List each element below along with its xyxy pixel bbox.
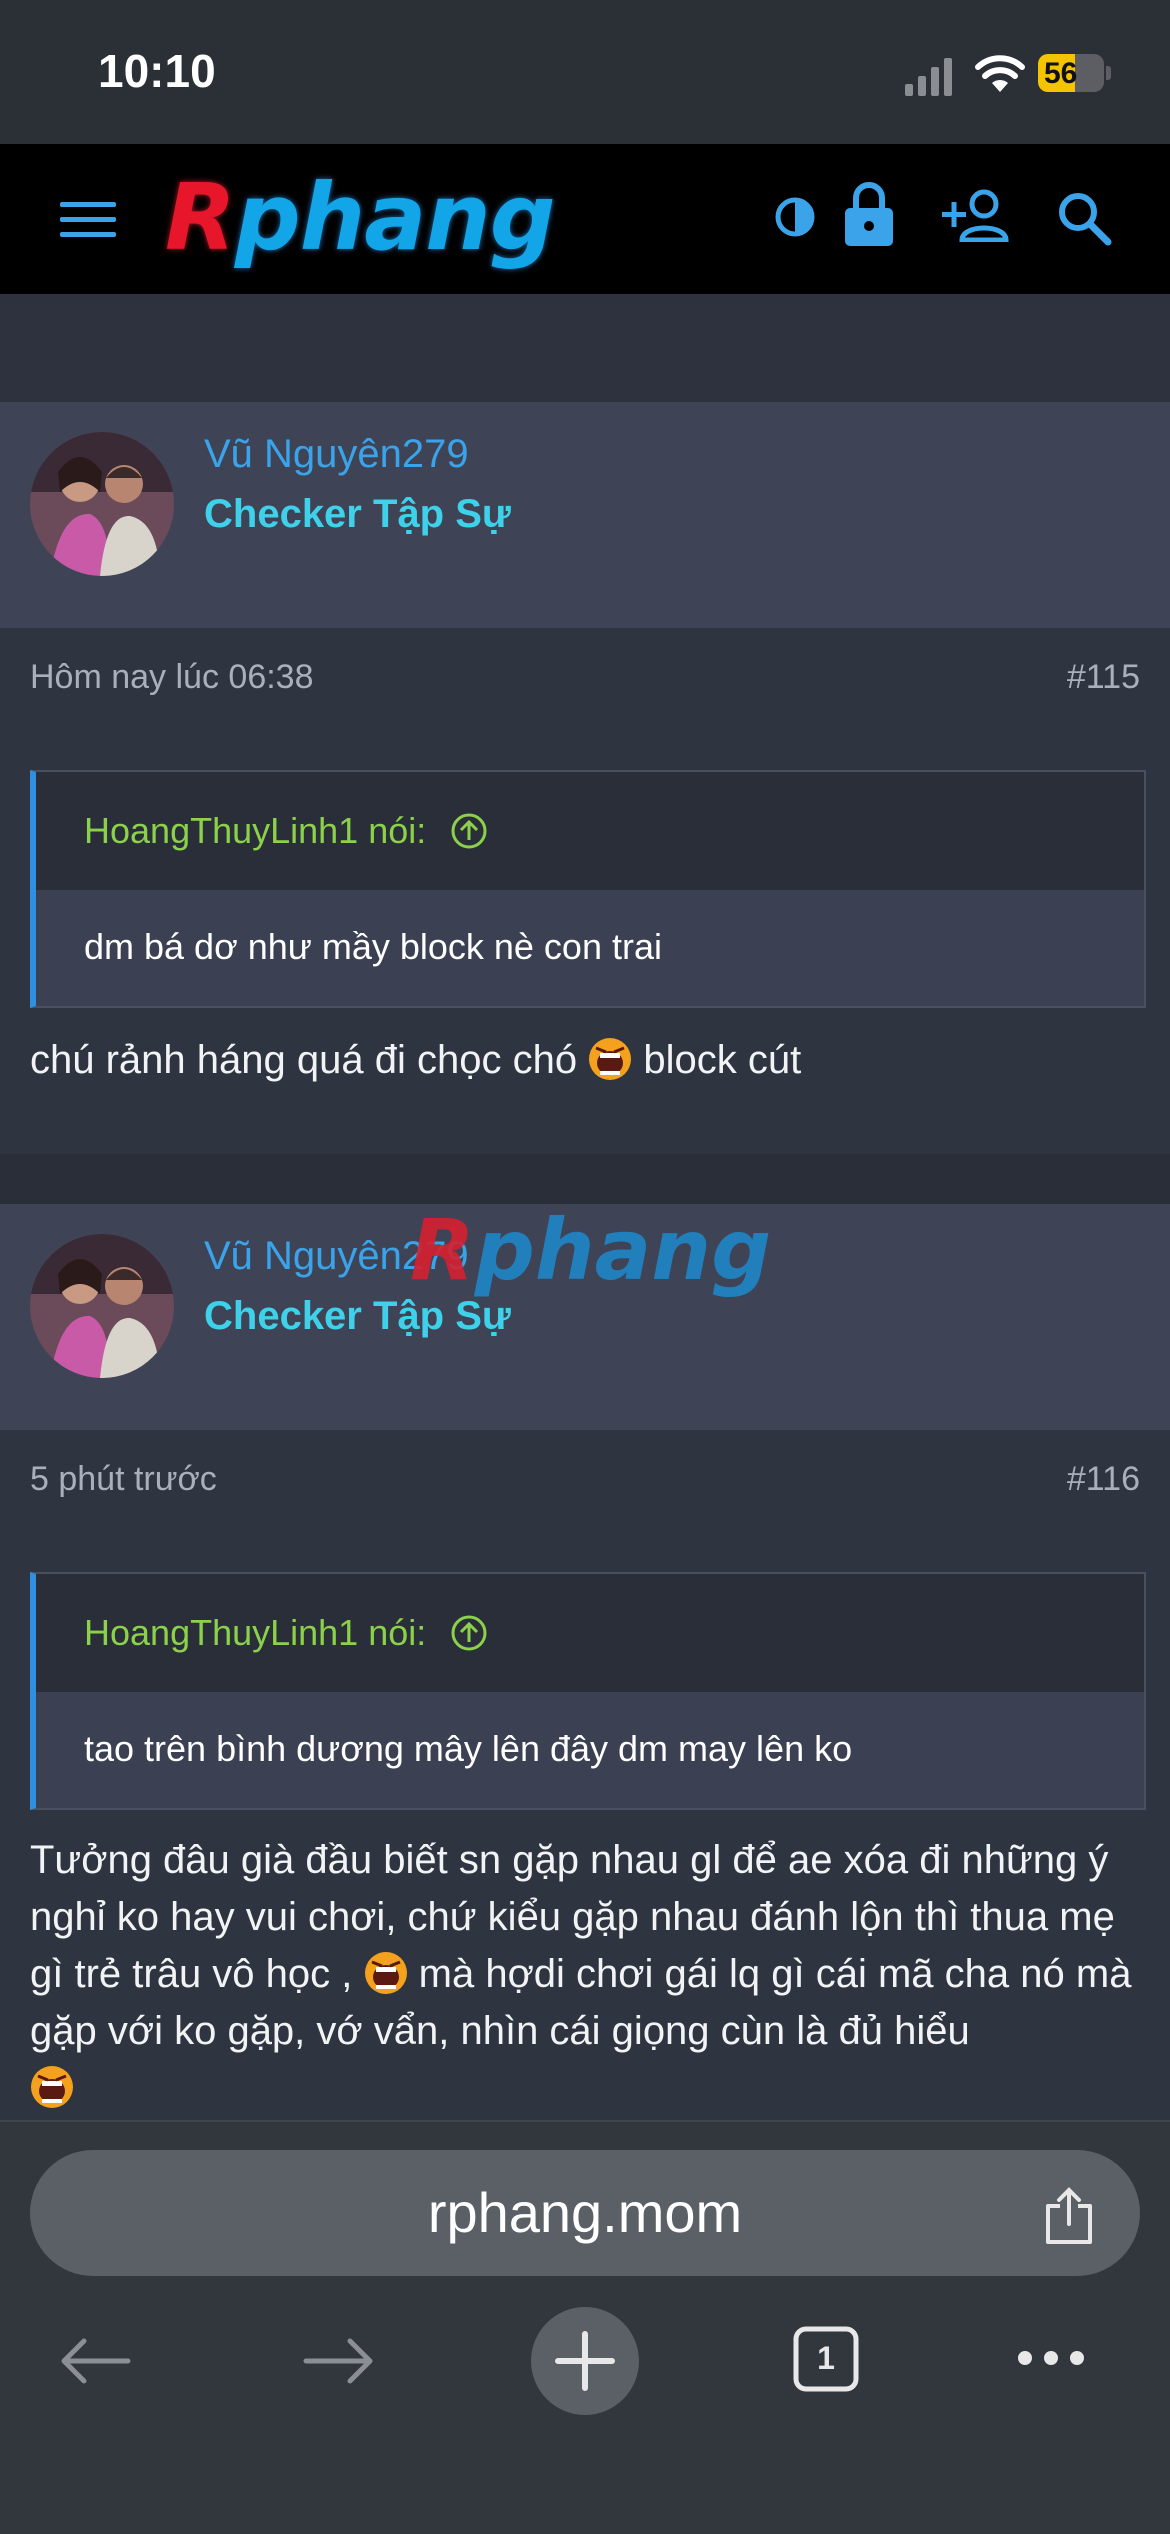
search-icon[interactable] bbox=[1056, 190, 1112, 246]
quote-header: HoangThuyLinh1 nói: bbox=[36, 772, 1144, 890]
tabs-button[interactable]: 1 bbox=[793, 2326, 859, 2392]
logo-watermark: Rphang bbox=[410, 1201, 772, 1299]
quote-author[interactable]: HoangThuyLinh1 nói: bbox=[84, 810, 426, 852]
quote-author[interactable]: HoangThuyLinh1 nói: bbox=[84, 1612, 426, 1654]
angry-face-emoji-icon bbox=[31, 2066, 73, 2108]
post-body: Hôm nay lúc 06:38 #115 HoangThuyLinh1 nó… bbox=[0, 628, 1170, 1154]
address-bar[interactable]: rphang.mom bbox=[30, 2150, 1140, 2276]
post-separator bbox=[0, 1154, 1170, 1204]
arrow-up-circle-icon[interactable] bbox=[450, 1614, 488, 1652]
user-title: Checker Tập Sự bbox=[204, 1294, 511, 1338]
register-icon[interactable] bbox=[942, 188, 1012, 242]
theme-toggle-icon[interactable] bbox=[774, 196, 816, 238]
more-options-icon[interactable] bbox=[1016, 2348, 1086, 2368]
battery-percent: 56 bbox=[1044, 57, 1078, 90]
angry-face-emoji-icon bbox=[589, 1038, 632, 1080]
post-header: Vũ Nguyên279 Checker Tập Sự bbox=[0, 402, 1170, 630]
avatar[interactable] bbox=[30, 1234, 174, 1378]
user-title: Checker Tập Sự bbox=[204, 492, 511, 536]
post-message: Tưởng đâu già đầu biết sn gặp nhau gl để… bbox=[30, 1832, 1140, 2117]
page-spacer bbox=[0, 294, 1170, 402]
quote-block: HoangThuyLinh1 nói: dm bá dơ như mầy blo… bbox=[30, 770, 1146, 1008]
post-username[interactable]: Vũ Nguyên279 bbox=[204, 432, 469, 477]
url-text[interactable]: rphang.mom bbox=[30, 2180, 1140, 2245]
post-body: 5 phút trước #116 HoangThuyLinh1 nói: ta… bbox=[0, 1430, 1170, 2120]
quote-text: tao trên bình dương mây lên đây dm may l… bbox=[84, 1728, 853, 1769]
arrow-up-circle-icon[interactable] bbox=[450, 812, 488, 850]
post-time[interactable]: Hôm nay lúc 06:38 bbox=[30, 658, 314, 697]
back-arrow-icon[interactable] bbox=[58, 2336, 132, 2386]
lock-icon[interactable] bbox=[842, 180, 896, 248]
quote-content: tao trên bình dương mây lên đây dm may l… bbox=[36, 1692, 1144, 1808]
quote-content: dm bá dơ như mầy block nè con trai bbox=[36, 890, 1144, 1006]
battery-icon: 56 bbox=[1038, 54, 1112, 94]
quote-header: HoangThuyLinh1 nói: bbox=[36, 1574, 1144, 1692]
site-logo[interactable]: Rphang bbox=[165, 168, 556, 278]
share-icon[interactable] bbox=[1040, 2186, 1098, 2246]
tab-count: 1 bbox=[817, 2340, 835, 2376]
post-number[interactable]: #115 bbox=[1067, 658, 1140, 697]
status-time: 10:10 bbox=[98, 45, 216, 97]
wifi-icon bbox=[975, 55, 1025, 92]
post-number[interactable]: #116 bbox=[1067, 1460, 1140, 1499]
cellular-signal-icon bbox=[905, 58, 952, 96]
post-message: chú rảnh háng quá đi chọc chó block cút bbox=[30, 1038, 802, 1082]
quote-block: HoangThuyLinh1 nói: tao trên bình dương … bbox=[30, 1572, 1146, 1810]
forward-arrow-icon[interactable] bbox=[302, 2336, 376, 2386]
status-bar: 10:10 56 bbox=[0, 0, 1170, 144]
angry-face-emoji-icon bbox=[364, 1952, 407, 1994]
avatar[interactable] bbox=[30, 432, 174, 576]
post-time[interactable]: 5 phút trước bbox=[30, 1460, 217, 1499]
quote-text: dm bá dơ như mầy block nè con trai bbox=[84, 926, 662, 967]
new-tab-icon[interactable] bbox=[530, 2306, 640, 2416]
menu-icon[interactable] bbox=[60, 198, 116, 242]
